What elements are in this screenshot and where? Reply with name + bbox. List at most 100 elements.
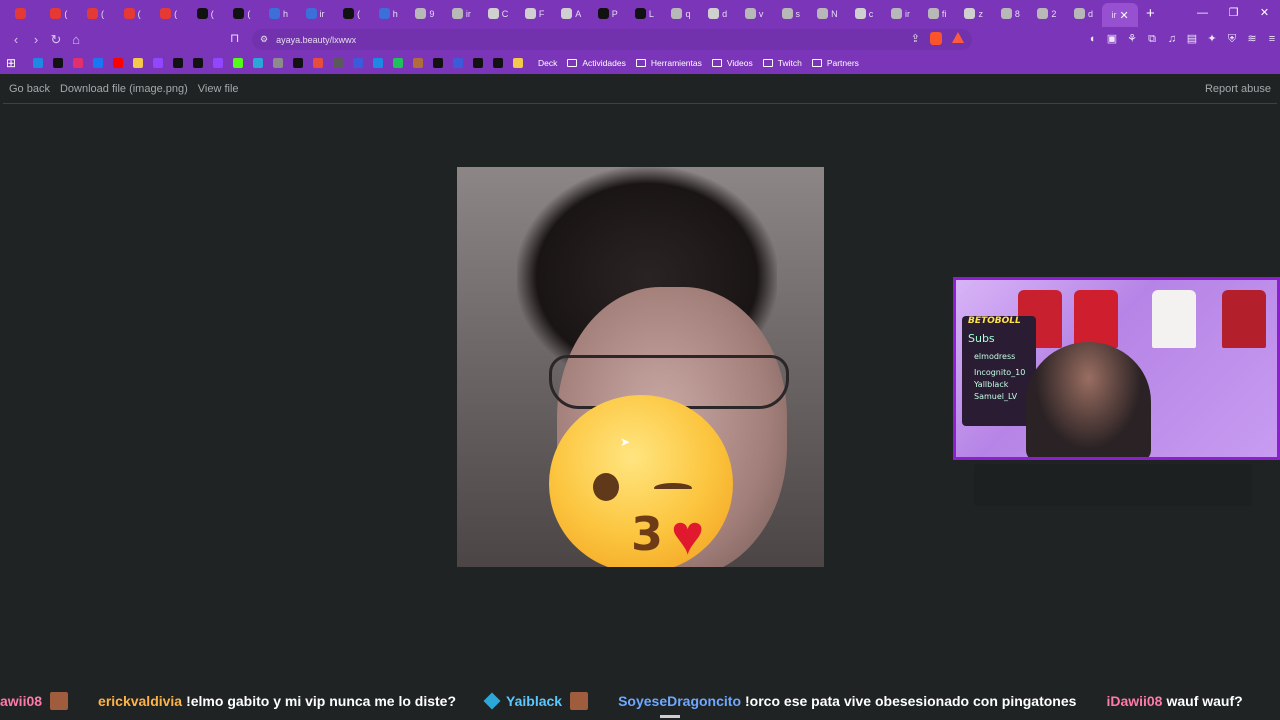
ai-icon[interactable]: ✦	[1204, 29, 1220, 50]
browser-tab[interactable]: c	[846, 0, 883, 27]
bookmark-favicon-icon[interactable]	[113, 58, 123, 68]
url-text[interactable]: ayaya.beauty/lxwwx	[276, 35, 356, 45]
uploaded-image[interactable]: 3 ♥	[457, 167, 824, 567]
browser-tab[interactable]: F	[516, 0, 553, 27]
browser-tab[interactable]: (	[187, 0, 224, 27]
browser-tab[interactable]: (	[41, 0, 78, 27]
browser-tab[interactable]: d	[699, 0, 736, 27]
sidebar-icon[interactable]: ▤	[1184, 29, 1200, 50]
browser-tab[interactable]: h	[370, 0, 407, 27]
home-icon[interactable]: ⌂	[66, 32, 86, 47]
bookmark-favicon-icon[interactable]	[233, 58, 243, 68]
bookmark-favicon-icon[interactable]	[153, 58, 163, 68]
bookmark-favicon-icon[interactable]	[293, 58, 303, 68]
browser-tab[interactable]: h	[260, 0, 297, 27]
browser-tab[interactable]: L	[626, 0, 663, 27]
chat-username: SoyeseDragoncito	[618, 693, 742, 709]
bookmark-favicon-icon[interactable]	[353, 58, 363, 68]
bookmark-favicon-icon[interactable]	[393, 58, 403, 68]
bookmark-favicon-icon[interactable]	[173, 58, 183, 68]
bookmark-folder[interactable]: Twitch	[762, 58, 802, 68]
vpn-icon[interactable]: ⛨	[1224, 29, 1240, 50]
active-tab[interactable]: ir ✕	[1101, 3, 1139, 27]
browser-tab[interactable]: (	[77, 0, 114, 27]
download-file-link[interactable]: Download file (image.png)	[60, 83, 188, 95]
tab-favicon-icon	[524, 8, 536, 19]
bookmark-folder[interactable]: Partners	[811, 58, 859, 68]
browser-tab[interactable]: A	[553, 0, 590, 27]
tab-favicon-icon	[487, 8, 499, 19]
bookmark-favicon-icon[interactable]	[333, 58, 343, 68]
tab-label: h	[392, 8, 398, 19]
bookmark-folder[interactable]: Herramientas	[635, 58, 702, 68]
bookmark-folder[interactable]: Actividades	[567, 58, 626, 68]
maximize-button[interactable]: ❐	[1218, 0, 1249, 27]
browser-tab[interactable]: z	[955, 0, 992, 27]
bookmark-favicon-icon[interactable]	[433, 58, 443, 68]
new-tab-button[interactable]: +	[1138, 5, 1162, 22]
browser-tab[interactable]: 9	[407, 0, 444, 27]
browser-tab[interactable]: ir	[443, 0, 480, 27]
audio-extension-icon[interactable]: ◖	[1084, 29, 1100, 50]
bookmark-folder[interactable]: Videos	[711, 58, 753, 68]
report-abuse-link[interactable]: Report abuse	[1205, 83, 1271, 95]
extension-icon[interactable]: ▣	[1104, 29, 1120, 50]
window-close-button[interactable]: ✕	[1249, 0, 1280, 27]
brave-shields-icon[interactable]	[930, 32, 942, 45]
share-icon[interactable]: ⇪	[911, 32, 920, 45]
browser-tab[interactable]: N	[809, 0, 846, 27]
bookmark-favicon-icon[interactable]	[93, 58, 103, 68]
bookmark-icon[interactable]: ⊓	[230, 31, 239, 45]
forward-arrow-icon[interactable]: ›	[26, 32, 46, 47]
bookmark-favicon-icon[interactable]	[193, 58, 203, 68]
bookmark-favicon-icon[interactable]	[313, 58, 323, 68]
bookmark-favicon-icon[interactable]	[53, 58, 63, 68]
bookmark-favicon-icon[interactable]	[373, 58, 383, 68]
browser-tab[interactable]: C	[480, 0, 517, 27]
bookmark-favicon-icon[interactable]	[453, 58, 463, 68]
browser-tab[interactable]: ir	[297, 0, 334, 27]
bookmark-favicon-icon[interactable]	[33, 58, 43, 68]
address-bar[interactable]: ⚙ ayaya.beauty/lxwwx ⇪	[252, 29, 972, 50]
bookmark-favicon-icon[interactable]	[493, 58, 503, 68]
browser-tab[interactable]: ir	[882, 0, 919, 27]
back-arrow-icon[interactable]: ‹	[6, 32, 26, 47]
music-icon[interactable]: ♫	[1164, 29, 1180, 50]
browser-tab[interactable]: P	[590, 0, 627, 27]
go-back-link[interactable]: Go back	[9, 83, 50, 95]
bookmark-favicon-icon[interactable]	[413, 58, 423, 68]
browser-tab[interactable]	[4, 0, 41, 27]
view-file-link[interactable]: View file	[198, 83, 239, 95]
minimize-button[interactable]: —	[1187, 0, 1218, 27]
browser-tab[interactable]: (	[224, 0, 261, 27]
wallet-icon[interactable]: ≋	[1244, 29, 1260, 50]
browser-tab[interactable]: fi	[919, 0, 956, 27]
bookmark-favicon-icon[interactable]	[213, 58, 223, 68]
browser-tab[interactable]: v	[736, 0, 773, 27]
bookmark-deck[interactable]: Deck	[538, 58, 557, 68]
folder-icon	[811, 59, 822, 67]
browser-tab[interactable]: q	[663, 0, 700, 27]
tab-favicon-icon	[597, 8, 609, 19]
menu-icon[interactable]: ≡	[1264, 29, 1280, 50]
bookmark-favicon-icon[interactable]	[513, 58, 523, 68]
browser-tab[interactable]: (	[150, 0, 187, 27]
site-info-icon[interactable]: ⚙	[260, 34, 268, 45]
browser-tab[interactable]: 2	[1029, 0, 1066, 27]
browser-tab[interactable]: (	[333, 0, 370, 27]
bookmark-favicon-icon[interactable]	[253, 58, 263, 68]
close-tab-icon[interactable]: ✕	[1120, 9, 1129, 22]
screenshot-icon[interactable]: ⧉	[1144, 29, 1160, 50]
puzzle-icon[interactable]: ⚘	[1124, 29, 1140, 50]
browser-tab[interactable]: 8	[992, 0, 1029, 27]
browser-tab[interactable]: (	[114, 0, 151, 27]
browser-tab[interactable]: d	[1065, 0, 1102, 27]
grid-icon[interactable]: ⊞	[6, 56, 28, 70]
bookmark-favicon-icon[interactable]	[473, 58, 483, 68]
brave-rewards-icon[interactable]	[952, 32, 964, 43]
bookmark-favicon-icon[interactable]	[273, 58, 283, 68]
bookmark-favicon-icon[interactable]	[133, 58, 143, 68]
browser-tab[interactable]: s	[772, 0, 809, 27]
bookmark-favicon-icon[interactable]	[73, 58, 83, 68]
reload-icon[interactable]: ↻	[46, 32, 66, 48]
